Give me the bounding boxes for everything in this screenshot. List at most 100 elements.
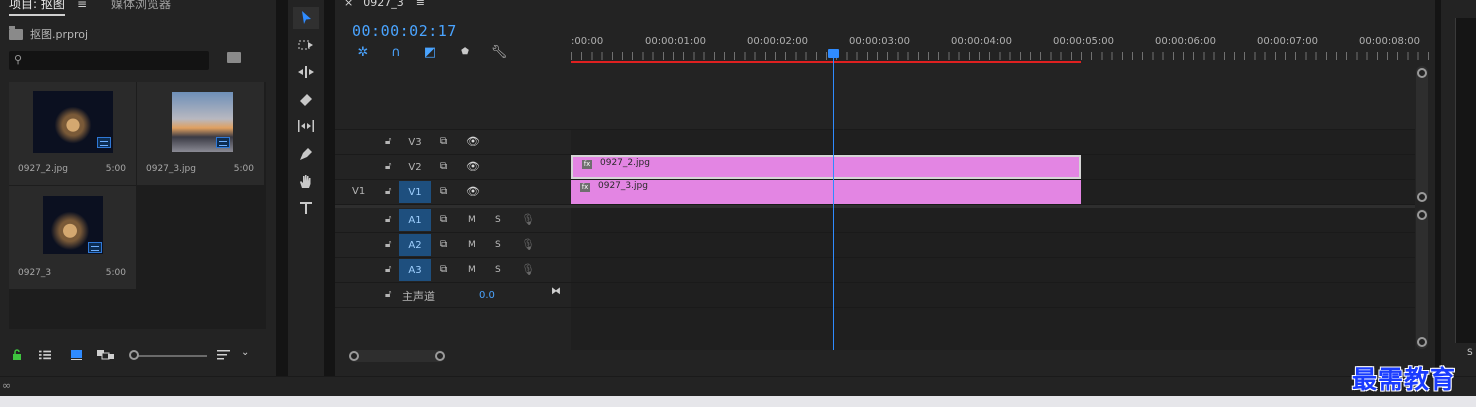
new-bin-icon[interactable] [227,52,241,63]
empty-audio-space [571,308,1415,350]
clip-0927-3[interactable]: fx 0927_3.jpg [571,180,1081,204]
status-bar: ∞ [0,376,1476,396]
media-item-sequence-0927-3[interactable]: 0927_3 5:00 [9,186,136,289]
work-area-bar[interactable] [571,61,1081,63]
track-lock-icon[interactable]: 🔓︎ [385,289,391,300]
sequence-name: 0927_3 [363,0,404,9]
icon-view-icon[interactable] [71,349,83,360]
project-footer: ⌄ [9,346,269,364]
ruler-label: 00:00:02:00 [747,36,809,47]
ripple-edit-tool[interactable] [293,61,319,83]
track-name[interactable]: A1 [399,209,431,231]
track-lock-icon[interactable]: 🔓︎ [385,161,391,172]
wrench-icon[interactable]: 🔧︎ [491,45,508,60]
sync-lock-icon[interactable]: ⧉ [440,136,447,147]
audio-vertical-scrollbar[interactable] [1416,209,1428,349]
time-ruler[interactable]: :00:00 00:00:01:00 00:00:02:00 00:00:03:00 0… [571,32,1433,66]
selection-tool[interactable] [293,7,319,29]
hand-tool[interactable] [293,170,319,192]
tab-project[interactable]: 项目: 抠图 [9,0,65,16]
mute-button[interactable]: M [468,215,476,225]
horizontal-zoom-scrollbar[interactable] [349,350,445,362]
chevron-down-icon[interactable]: ⌄ [241,347,249,358]
solo-button[interactable]: S [495,240,501,250]
track-lane[interactable] [571,130,1415,154]
close-icon[interactable]: × [344,0,353,9]
creative-cloud-icon[interactable]: ∞ [2,379,11,392]
master-volume-value[interactable]: 0.0 [479,290,495,301]
type-tool[interactable] [293,197,319,219]
track-lock-icon[interactable]: 🔓︎ [385,136,391,147]
track-select-tool[interactable] [293,34,319,56]
list-view-icon[interactable] [39,349,51,360]
solo-button[interactable]: S [495,265,501,275]
scroll-handle[interactable] [1417,192,1427,202]
panel-menu-icon[interactable]: ≡ [77,0,87,11]
playhead-timecode[interactable]: 00:00:02:17 [352,22,457,40]
clip-0927-2[interactable]: fx 0927_2.jpg [571,155,1081,179]
sync-lock-icon[interactable]: ⧉ [440,186,447,197]
track-name[interactable]: A3 [399,259,431,281]
track-lock-icon[interactable]: 🔓︎ [385,264,391,275]
freeform-view-icon[interactable] [97,349,115,360]
linked-select-icon[interactable]: ◩ [422,45,438,60]
track-name[interactable]: V1 [399,181,431,203]
mute-button[interactable]: M [468,240,476,250]
track-lane[interactable] [571,283,1415,307]
marker-icon[interactable]: ⬟ [457,45,473,59]
zoom-slider-handle[interactable] [129,350,139,360]
eye-icon[interactable]: 👁︎ [466,185,480,198]
magnet-icon[interactable]: ∩ [388,45,404,60]
video-vertical-scrollbar[interactable] [1416,66,1428,202]
source-patch[interactable]: V1 [352,186,365,197]
slip-tool[interactable] [293,115,319,137]
search-box[interactable]: ⚲ [9,51,209,70]
sort-icon[interactable] [217,349,231,360]
track-lock-icon[interactable]: 🔓︎ [385,214,391,225]
sequence-tab[interactable]: × 0927_3 ≡ [344,0,425,9]
track-lane[interactable] [571,233,1415,257]
lock-icon[interactable] [11,349,23,360]
scroll-handle[interactable] [1417,337,1427,347]
pen-tool[interactable] [293,143,319,165]
track-lane[interactable] [571,258,1415,282]
type-icon [300,202,312,214]
track-a2: 🔓︎ A2 ⧉ M S 🎙︎ [335,233,1415,258]
ruler-label: 00:00:01:00 [645,36,707,47]
go-to-in-out-icon[interactable]: ⧓ [551,286,561,297]
playhead-line[interactable] [832,58,834,350]
scroll-handle[interactable] [349,351,359,361]
microphone-icon[interactable]: 🎙︎ [521,213,535,226]
microphone-icon[interactable]: 🎙︎ [521,263,535,276]
media-item-0927-3[interactable]: 0927_3.jpg 5:00 [137,82,264,185]
scroll-handle[interactable] [1417,210,1427,220]
panel-menu-icon[interactable]: ≡ [416,0,425,9]
sync-lock-icon[interactable]: ⧉ [440,264,447,275]
razor-icon [300,94,312,106]
track-name[interactable]: V2 [399,156,431,178]
zoom-slider-track[interactable] [137,355,207,357]
sync-lock-icon[interactable]: ⧉ [440,161,447,172]
scroll-handle[interactable] [1417,68,1427,78]
sync-lock-icon[interactable]: ⧉ [440,239,447,250]
track-lock-icon[interactable]: 🔓︎ [385,186,391,197]
search-input[interactable] [29,53,199,67]
razor-tool[interactable] [293,88,319,110]
eye-icon[interactable]: 👁︎ [466,135,480,148]
mute-button[interactable]: M [468,265,476,275]
track-name[interactable]: V3 [399,131,431,153]
microphone-icon[interactable]: 🎙︎ [521,238,535,251]
playhead-handle[interactable] [827,49,839,58]
media-item-0927-2[interactable]: 0927_2.jpg 5:00 [9,82,136,185]
track-lock-icon[interactable]: 🔓︎ [385,239,391,250]
empty-video-space [335,66,1415,130]
solo-button[interactable]: S [495,215,501,225]
snap-icon[interactable]: ✲ [355,45,371,60]
sync-lock-icon[interactable]: ⧉ [440,214,447,225]
tab-media-browser[interactable]: 媒体浏览器 [111,0,171,12]
scroll-handle[interactable] [435,351,445,361]
track-lane[interactable] [571,208,1415,232]
track-name[interactable]: A2 [399,234,431,256]
ripple-edit-icon [298,66,314,78]
eye-icon[interactable]: 👁︎ [466,160,480,173]
